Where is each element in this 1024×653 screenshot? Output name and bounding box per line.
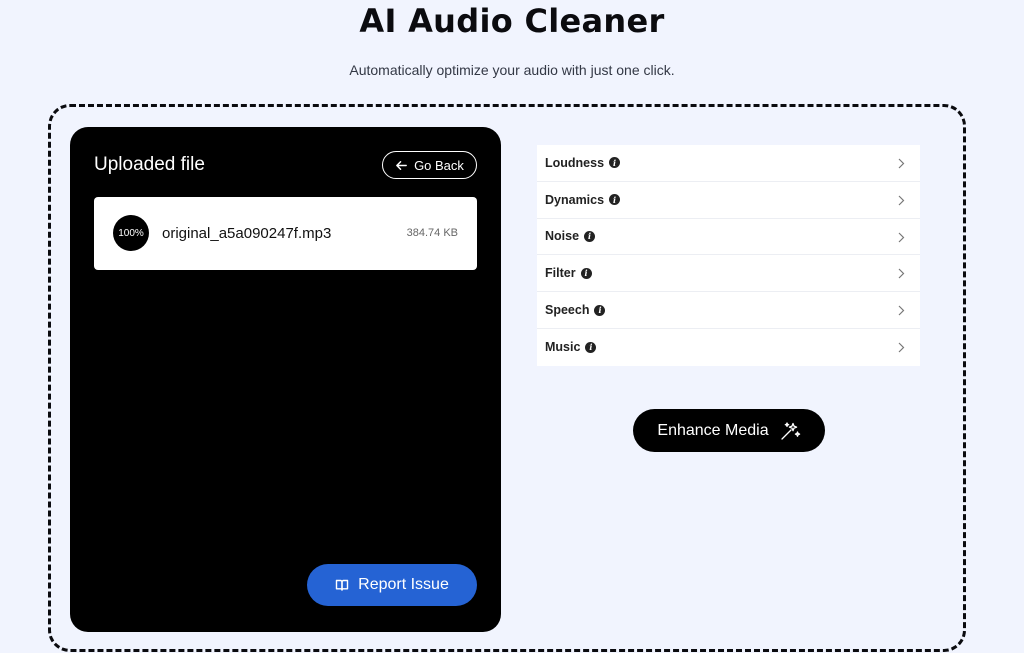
panel-title: Uploaded file xyxy=(94,154,205,175)
enhance-media-button[interactable]: Enhance Media xyxy=(633,409,825,452)
file-card: 100% original_a5a090247f.mp3 384.74 KB xyxy=(94,197,477,270)
file-size: 384.74 KB xyxy=(406,227,458,239)
setting-label: Filter xyxy=(545,266,576,281)
info-icon[interactable]: i xyxy=(580,267,592,279)
setting-loudness[interactable]: Loudness i xyxy=(537,145,920,182)
file-name: original_a5a090247f.mp3 xyxy=(162,225,332,242)
go-back-button[interactable]: Go Back xyxy=(382,151,477,179)
setting-label: Noise xyxy=(545,229,580,244)
settings-list: Loudness i Dynamics i Noise i Filter i S… xyxy=(537,145,920,366)
page-title: AI Audio Cleaner xyxy=(359,2,665,40)
go-back-label: Go Back xyxy=(414,157,464,173)
arrow-left-icon xyxy=(396,160,407,170)
magic-wand-icon xyxy=(780,421,800,440)
report-issue-button[interactable]: Report Issue xyxy=(307,564,477,606)
chevron-right-icon xyxy=(898,158,905,169)
enhance-media-label: Enhance Media xyxy=(657,421,769,439)
setting-label: Speech xyxy=(545,303,590,318)
info-icon[interactable]: i xyxy=(609,194,621,206)
setting-noise[interactable]: Noise i xyxy=(537,219,920,256)
setting-label: Dynamics xyxy=(545,192,605,207)
report-issue-label: Report Issue xyxy=(358,576,449,593)
chevron-right-icon xyxy=(898,305,905,316)
setting-label: Music xyxy=(545,340,581,355)
setting-label: Loudness xyxy=(545,155,605,170)
page-subtitle: Automatically optimize your audio with j… xyxy=(349,62,675,78)
setting-filter[interactable]: Filter i xyxy=(537,255,920,293)
info-icon[interactable]: i xyxy=(594,304,606,316)
info-icon[interactable]: i xyxy=(585,341,597,353)
setting-music[interactable]: Music i xyxy=(537,329,920,366)
chevron-right-icon xyxy=(898,232,905,243)
setting-dynamics[interactable]: Dynamics i xyxy=(537,182,920,219)
upload-progress: 100% xyxy=(113,215,149,251)
chevron-right-icon xyxy=(898,268,905,279)
chevron-right-icon xyxy=(898,195,905,206)
page: AI Audio Cleaner Automatically optimize … xyxy=(0,0,1024,653)
setting-speech[interactable]: Speech i xyxy=(537,292,920,329)
uploaded-file-panel: Uploaded file Go Back 100% original_a5a0… xyxy=(70,127,501,632)
chevron-right-icon xyxy=(898,342,905,353)
info-icon[interactable]: i xyxy=(584,230,596,242)
book-icon xyxy=(335,579,349,591)
info-icon[interactable]: i xyxy=(609,157,621,169)
